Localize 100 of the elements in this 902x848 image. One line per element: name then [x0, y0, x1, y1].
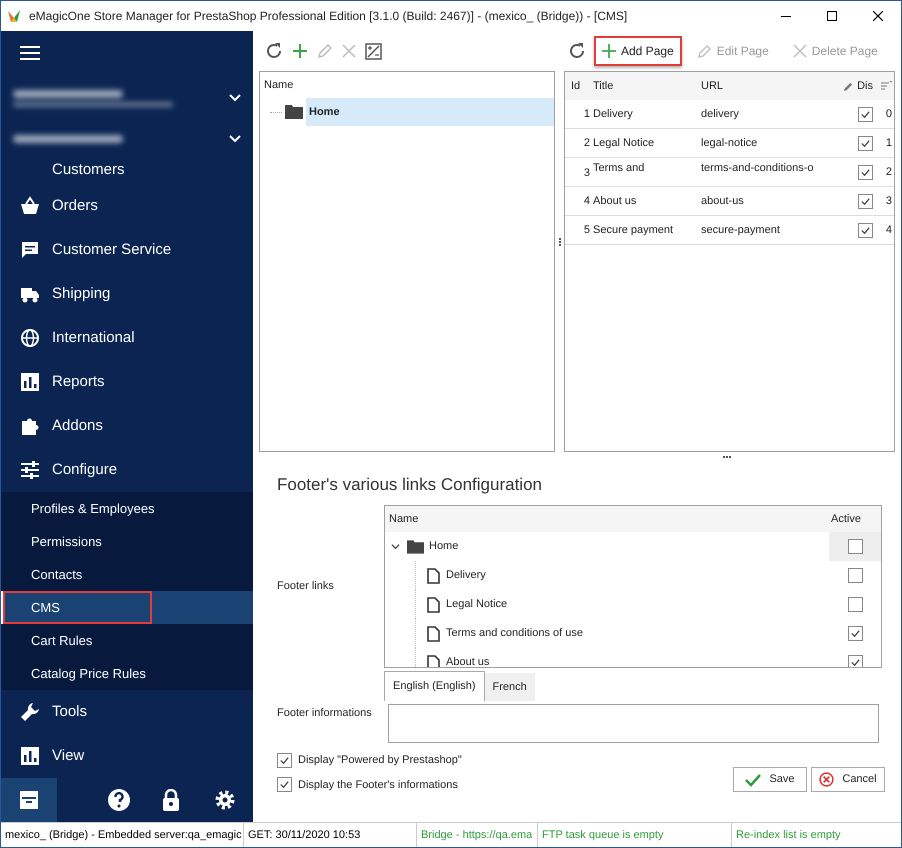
sidebar-item[interactable]: Configure: [1, 448, 253, 492]
chevron-down-icon[interactable]: [390, 542, 400, 551]
column-header[interactable]: Name: [260, 72, 554, 98]
folder-icon: [285, 105, 303, 119]
table-cell-text: secure-payment: [701, 222, 781, 238]
column-header[interactable]: Name: [385, 506, 829, 532]
checkbox[interactable]: [858, 222, 873, 238]
table-cell-text: legal-notice: [701, 136, 758, 151]
submenu-item[interactable]: CMS: [3, 590, 152, 624]
splitter-handle[interactable]: [723, 456, 731, 458]
status-text: FTP task queue is empty: [542, 828, 664, 843]
tab[interactable]: French: [484, 673, 535, 701]
checkmark-icon: [860, 108, 871, 120]
wrench-icon: [20, 702, 40, 722]
checkbox[interactable]: [858, 106, 873, 122]
tree-item[interactable]: Home: [429, 538, 829, 555]
inbox-icon: [18, 790, 40, 810]
cancel-button[interactable]: Cancel: [811, 767, 885, 792]
menu-icon[interactable]: [20, 45, 40, 61]
submenu-item[interactable]: Cart Rules: [3, 624, 120, 658]
table-cell-text: About us: [593, 194, 638, 209]
globe-icon: [20, 328, 40, 348]
tree-item[interactable]: Legal Notice: [446, 596, 829, 613]
settings-icon[interactable]: [214, 789, 236, 811]
table-cell-text: Terms and: [593, 161, 646, 176]
refresh-icon[interactable]: [265, 42, 283, 60]
column-header[interactable]: URL: [701, 72, 837, 100]
table-cell-text: about-us: [701, 194, 745, 209]
splitter-handle[interactable]: [558, 238, 560, 246]
section-title: Footer's various links Configuration: [277, 474, 543, 496]
tree-item[interactable]: Terms and conditions of use: [446, 625, 829, 642]
tree-item[interactable]: About us: [446, 654, 829, 667]
sidebar-item[interactable]: Orders: [1, 184, 253, 228]
table-cell-text: 3: [582, 166, 591, 180]
help-icon[interactable]: [108, 789, 130, 811]
store-button[interactable]: [1, 778, 57, 822]
sidebar-item[interactable]: View: [1, 734, 253, 778]
lock-icon[interactable]: [162, 789, 180, 811]
checkmark-icon: [850, 657, 860, 667]
table-cell-text: Legal Notice: [593, 136, 656, 151]
checkbox[interactable]: [858, 194, 873, 208]
table-cell-text: Delivery: [593, 106, 634, 122]
table-cell-text: 1: [582, 106, 591, 122]
tree-item[interactable]: Delivery: [446, 567, 829, 584]
chevron-down-icon[interactable]: [229, 94, 241, 102]
bar-chart-icon: [20, 746, 40, 766]
sidebar-item[interactable]: Addons: [1, 404, 253, 448]
checkbox[interactable]: [848, 539, 862, 554]
checkbox[interactable]: [848, 597, 862, 612]
sidebar-item[interactable]: Shipping: [1, 272, 253, 316]
app-logo-icon: [7, 9, 21, 23]
table-cell-text: terms-and-conditions-o: [701, 161, 814, 176]
document-icon: [427, 626, 440, 642]
sidebar-item[interactable]: Reports: [1, 360, 253, 404]
checkmark-icon: [279, 779, 290, 790]
checkbox-label: Display "Powered by Prestashop": [298, 753, 462, 768]
document-icon: [427, 654, 440, 667]
chevron-down-icon[interactable]: [229, 134, 241, 142]
close-icon: [792, 44, 807, 58]
pencil-icon: [843, 80, 854, 92]
column-header[interactable]: Title: [593, 72, 701, 100]
checkbox-label: Display the Footer's informations: [298, 778, 458, 792]
sidebar-item[interactable]: Tools: [1, 690, 253, 734]
text-area[interactable]: [388, 704, 879, 743]
checkbox[interactable]: [848, 568, 862, 583]
submenu-item[interactable]: Permissions: [3, 524, 130, 558]
sidebar-item[interactable]: Customer Service: [1, 228, 253, 272]
table-cell-text: 4: [582, 194, 591, 209]
checkmark-icon: [279, 754, 290, 766]
toolbar-button[interactable]: Add Page: [594, 36, 682, 66]
checkbox[interactable]: [277, 777, 292, 792]
column-header[interactable]: Active: [829, 506, 881, 532]
close-button[interactable]: [873, 11, 883, 21]
checkbox[interactable]: [858, 164, 873, 180]
sidebar-item[interactable]: International: [1, 316, 253, 360]
submenu-item[interactable]: Contacts: [3, 558, 110, 592]
table-cell-text: Secure payment: [593, 222, 674, 238]
sidebar-item[interactable]: Customers: [1, 156, 253, 184]
save-button[interactable]: Save: [733, 767, 807, 792]
checkbox[interactable]: [277, 752, 292, 768]
column-header[interactable]: Id: [565, 72, 593, 100]
checkbox[interactable]: [848, 655, 862, 667]
submenu-item[interactable]: Catalog Price Rules: [3, 656, 174, 690]
table-cell-text: 4: [884, 222, 893, 238]
folder-icon: [407, 540, 424, 554]
tab[interactable]: English (English): [384, 671, 485, 701]
refresh-icon[interactable]: [568, 42, 586, 60]
table-cell-text: 0: [884, 106, 893, 122]
document-icon: [427, 568, 440, 584]
checkbox[interactable]: [858, 136, 873, 150]
tree-item[interactable]: Home: [306, 98, 554, 126]
status-text: GET: 30/11/2020 10:53: [248, 828, 360, 843]
image-edit-icon[interactable]: [365, 42, 382, 60]
table-cell-text: 2: [884, 164, 893, 180]
column-header[interactable]: Dis: [837, 72, 873, 100]
checkbox[interactable]: [848, 626, 862, 641]
table-cell-text: delivery: [701, 106, 740, 122]
status-text: Re-index list is empty: [736, 828, 841, 843]
add-icon[interactable]: [292, 43, 308, 59]
submenu-item[interactable]: Profiles & Employees: [3, 492, 183, 526]
